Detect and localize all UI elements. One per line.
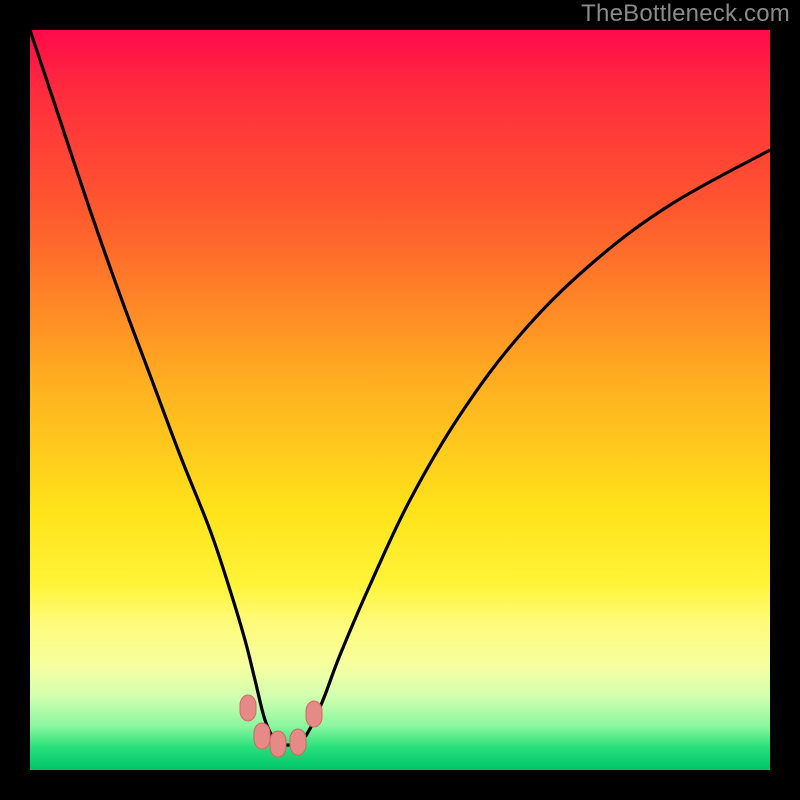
chart-canvas: TheBottleneck.com: [0, 0, 800, 800]
marker: [270, 731, 286, 757]
marker: [254, 723, 270, 749]
marker: [306, 701, 322, 727]
curve-markers: [240, 695, 322, 757]
curve-svg: [30, 30, 770, 770]
v-curve-path: [30, 30, 770, 745]
plot-area: [30, 30, 770, 770]
watermark-text: TheBottleneck.com: [581, 0, 790, 28]
marker: [240, 695, 256, 721]
marker: [290, 729, 306, 755]
